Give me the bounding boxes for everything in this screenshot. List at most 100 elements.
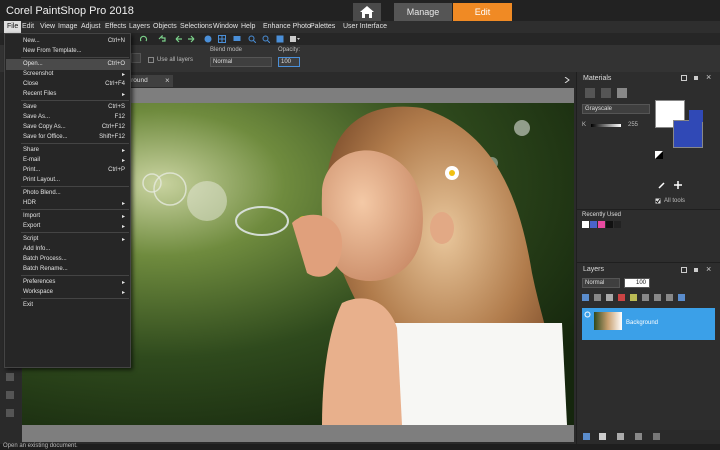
menu-item-label: Recent Files (23, 91, 57, 97)
blend-mode-select[interactable]: Normal (210, 57, 272, 67)
file-menu-item-batch-rename[interactable]: Batch Rename... (6, 264, 130, 275)
menu-edit[interactable]: Edit (22, 23, 34, 30)
menu-selections[interactable]: Selections (180, 23, 212, 30)
visibility-icon[interactable] (584, 311, 591, 318)
k-slider[interactable] (591, 124, 621, 127)
menu-adjust[interactable]: Adjust (81, 23, 100, 30)
tool-icon[interactable] (5, 390, 15, 400)
tool-icon[interactable] (5, 408, 15, 418)
menu-view[interactable]: View (40, 23, 55, 30)
layer-tool-icon[interactable] (630, 294, 637, 301)
layer-tool-icon[interactable] (582, 294, 589, 301)
layer-opacity-input[interactable]: 100 (624, 278, 650, 288)
layer-blend-select[interactable]: Normal (582, 278, 620, 288)
info-icon[interactable] (204, 35, 212, 43)
close-tab-icon[interactable]: × (165, 76, 170, 85)
file-menu-item-workspace[interactable]: Workspace ▸ (6, 287, 130, 298)
tool-icon[interactable] (5, 372, 15, 382)
file-menu-item-exit[interactable]: Exit (6, 300, 130, 311)
menu-effects[interactable]: Effects (105, 23, 126, 30)
menu-item-label: Exit (23, 302, 34, 308)
file-menu-item-export[interactable]: Export ▸ (6, 221, 130, 232)
tab-manage[interactable]: Manage (394, 3, 452, 21)
menu-enhance-photo[interactable]: Enhance Photo (263, 23, 311, 30)
home-button[interactable] (353, 3, 381, 21)
color-mode-select[interactable]: Grayscale (582, 104, 650, 114)
submenu-arrow-icon: ▸ (121, 72, 125, 78)
delete-layer-icon[interactable] (653, 433, 660, 440)
recent-color-swatch[interactable] (598, 221, 605, 228)
layer-tool-icon[interactable] (642, 294, 649, 301)
recent-color-swatch[interactable] (614, 221, 621, 228)
checkbox-checked-icon[interactable] (655, 198, 661, 204)
menu-file[interactable]: File (4, 21, 22, 33)
file-menu-item-print-layout[interactable]: Print Layout... (6, 175, 130, 186)
file-menu-item-new-from-template[interactable]: New From Template... (6, 46, 130, 57)
checkbox-icon[interactable] (148, 57, 154, 63)
submenu-arrow-icon: ▸ (121, 224, 125, 230)
menu-item-label: Save (23, 104, 37, 110)
background-swatch[interactable] (673, 120, 703, 148)
submenu-arrow-icon: ▸ (121, 237, 125, 243)
panel-menu-icon[interactable] (681, 267, 687, 273)
menu-separator (21, 298, 129, 299)
fit-icon[interactable] (276, 35, 284, 43)
panel-collapse-icon[interactable] (564, 77, 570, 83)
brush-icon[interactable] (599, 433, 606, 440)
panel-menu-icon[interactable] (681, 75, 687, 81)
recent-color-swatch[interactable] (590, 221, 597, 228)
close-icon[interactable]: × (706, 72, 711, 82)
menu-help[interactable]: Help (241, 23, 255, 30)
app-title: Corel PaintShop Pro 2018 (6, 5, 134, 17)
layer-tool-icon[interactable] (618, 294, 625, 301)
options-dropdown[interactable] (131, 53, 141, 63)
file-menu-item-recent-files[interactable]: Recent Files ▸ (6, 89, 130, 100)
rainbow-tab-icon[interactable] (585, 88, 595, 98)
screen-icon[interactable] (233, 35, 241, 43)
grid-icon[interactable] (218, 35, 226, 43)
opacity-input[interactable]: 100 (278, 57, 300, 67)
zoom-in-icon[interactable] (248, 35, 256, 43)
menu-separator (21, 100, 129, 101)
close-icon[interactable]: × (706, 264, 711, 274)
menu-objects[interactable]: Objects (153, 23, 177, 30)
menu-window[interactable]: Window (213, 23, 238, 30)
recent-color-swatch[interactable] (582, 221, 589, 228)
rotate-icon[interactable] (140, 35, 148, 43)
undo-arrow-icon[interactable] (174, 35, 182, 43)
dropper-icon[interactable] (658, 181, 666, 189)
menu-user-interface[interactable]: User Interface (343, 23, 387, 30)
menu-image[interactable]: Image (58, 23, 77, 30)
menu-layers[interactable]: Layers (129, 23, 150, 30)
plus-icon[interactable] (674, 181, 682, 189)
layer-tool-icon[interactable] (678, 294, 685, 301)
zoom-out-icon[interactable] (262, 35, 270, 43)
mask-icon[interactable] (617, 433, 624, 440)
undo-icon[interactable] (158, 35, 166, 43)
layer-tool-icon[interactable] (606, 294, 613, 301)
right-panel: Materials × Grayscale K 255 All tools Re… (576, 72, 720, 444)
layer-tool-icon[interactable] (666, 294, 673, 301)
layer-tool-icon[interactable] (594, 294, 601, 301)
frame-tab-icon[interactable] (617, 88, 627, 98)
recent-color-swatch[interactable] (606, 221, 613, 228)
layer-name: Background (626, 320, 659, 326)
layer-row-background[interactable]: Background (582, 308, 715, 340)
pin-icon[interactable] (693, 75, 699, 81)
group-icon[interactable] (635, 433, 642, 440)
transparent-swatch-icon[interactable] (655, 151, 663, 159)
layer-tool-icon[interactable] (654, 294, 661, 301)
menu-item-label: Photo Blend... (23, 190, 61, 196)
menu-palettes[interactable]: Palettes (310, 23, 335, 30)
pin-icon[interactable] (693, 267, 699, 273)
divider (577, 209, 720, 210)
file-menu-item-hdr[interactable]: HDR ▸ (6, 198, 130, 209)
swatch-extra[interactable] (689, 110, 703, 122)
swatches-tab-icon[interactable] (601, 88, 611, 98)
file-menu-item-save-for-office[interactable]: Save for Office... Shift+F12 (6, 132, 130, 143)
redo-arrow-icon[interactable] (188, 35, 196, 43)
tab-edit[interactable]: Edit (453, 3, 512, 21)
new-layer-icon[interactable] (583, 433, 590, 440)
menu-bar: File Edit View Image Adjust Effects Laye… (0, 21, 720, 33)
extras-icon[interactable] (290, 35, 300, 43)
